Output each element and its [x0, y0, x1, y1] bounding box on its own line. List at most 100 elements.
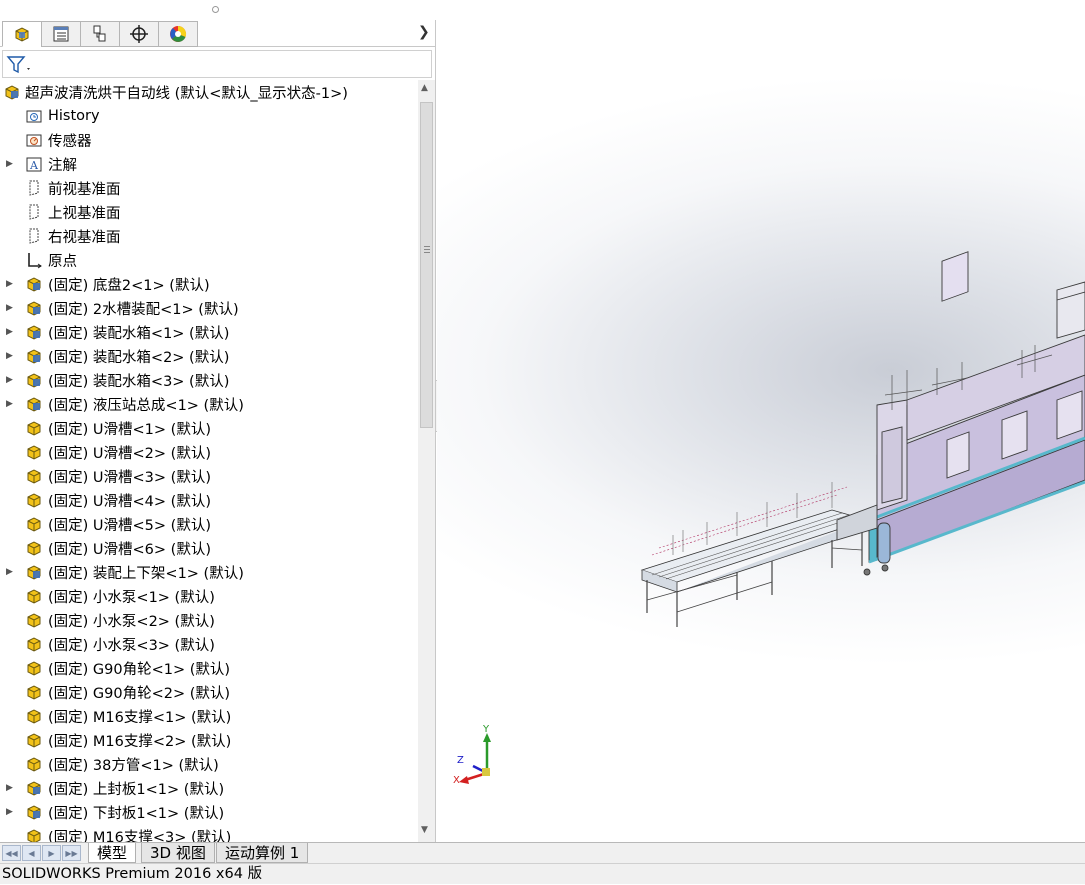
scrollbar-thumb[interactable]	[420, 102, 433, 428]
tree-item[interactable]: (固定) U滑槽<2> (默认)	[0, 440, 418, 464]
tree-item[interactable]: (固定) 小水泵<3> (默认)	[0, 632, 418, 656]
tree-item-label: (固定) 下封板1<1> (默认)	[48, 805, 225, 822]
tree-item[interactable]: (固定) U滑槽<1> (默认)	[0, 416, 418, 440]
tree-item-label: (固定) 上封板1<1> (默认)	[48, 781, 225, 798]
tree-item-label: (固定) U滑槽<3> (默认)	[48, 469, 211, 486]
part-icon	[24, 538, 44, 558]
panel-splitter[interactable]	[0, 0, 436, 20]
tab-motion-study[interactable]: 运动算例 1	[216, 843, 309, 863]
tree-item[interactable]: (固定) U滑槽<4> (默认)	[0, 488, 418, 512]
part-icon	[24, 706, 44, 726]
tree-item-label: 原点	[48, 253, 77, 270]
tree-item[interactable]: (固定) 小水泵<1> (默认)	[0, 584, 418, 608]
expand-arrow-icon[interactable]: ▶	[6, 783, 14, 793]
part-icon	[24, 514, 44, 534]
scroll-up-arrow-icon[interactable]: ▲	[421, 83, 428, 93]
tree-item-label: (固定) 38方管<1> (默认)	[48, 757, 219, 774]
part-icon	[24, 466, 44, 486]
tree-item[interactable]: ▶ (固定) 液压站总成<1> (默认)	[0, 392, 418, 416]
tree-item[interactable]: ▶ (固定) 下封板1<1> (默认)	[0, 800, 418, 824]
tree-item[interactable]: (固定) G90角轮<2> (默认)	[0, 680, 418, 704]
expand-arrow-icon[interactable]: ▶	[6, 327, 14, 337]
tree-item-label: (固定) 小水泵<1> (默认)	[48, 589, 215, 606]
triad-z-label: Z	[457, 755, 464, 766]
tree-item[interactable]: (固定) 小水泵<2> (默认)	[0, 608, 418, 632]
tree-root-item[interactable]: 超声波清洗烘干自动线 (默认<默认_显示状态-1>)	[0, 80, 418, 104]
tree-item-label: (固定) 装配水箱<1> (默认)	[48, 325, 230, 342]
tree-item[interactable]: 传感器	[0, 128, 418, 152]
history-folder-icon	[24, 106, 44, 126]
part-tree-icon	[15, 27, 29, 42]
svg-text:A: A	[29, 159, 39, 172]
tree-item-label: (固定) 液压站总成<1> (默认)	[48, 397, 244, 414]
tree-item[interactable]: (固定) G90角轮<1> (默认)	[0, 656, 418, 680]
subassembly-icon	[24, 394, 44, 414]
tree-filter-bar[interactable]	[2, 50, 432, 78]
plane-icon	[24, 202, 44, 222]
conveyor	[640, 482, 869, 627]
chevron-right-icon[interactable]: ❯	[418, 24, 430, 40]
expand-arrow-icon[interactable]: ▶	[6, 399, 14, 409]
tree-item-label: (固定) M16支撑<3> (默认)	[48, 829, 232, 843]
tab-property-manager[interactable]	[41, 21, 81, 47]
expand-arrow-icon[interactable]: ▶	[6, 159, 14, 169]
expand-arrow-icon[interactable]: ▶	[6, 279, 14, 289]
tree-item[interactable]: ▶ (固定) 装配上下架<1> (默认)	[0, 560, 418, 584]
tab-model[interactable]: 模型	[88, 843, 137, 863]
prev-tab-icon[interactable]: ◀	[22, 845, 41, 861]
expand-arrow-icon[interactable]: ▶	[6, 567, 14, 577]
tree-item-label: (固定) 装配水箱<3> (默认)	[48, 373, 230, 390]
tree-item[interactable]: History	[0, 104, 418, 128]
bottom-tab-bar: ◀◀ ◀ ▶ ▶▶ 模型 3D 视图 运动算例 1	[0, 842, 1085, 863]
origin-icon	[24, 250, 44, 270]
tree-item[interactable]: 前视基准面	[0, 176, 418, 200]
expand-arrow-icon[interactable]: ▶	[6, 303, 14, 313]
splitter-grip[interactable]	[212, 6, 219, 13]
tree-item-label: 上视基准面	[48, 205, 121, 222]
tab-configuration-manager[interactable]	[80, 21, 120, 47]
tree-item[interactable]: 上视基准面	[0, 200, 418, 224]
last-tab-icon[interactable]: ▶▶	[62, 845, 81, 861]
tree-item[interactable]: (固定) U滑槽<3> (默认)	[0, 464, 418, 488]
part-icon	[24, 826, 44, 842]
tab-display-manager[interactable]	[158, 21, 198, 47]
tree-item[interactable]: 右视基准面	[0, 224, 418, 248]
graphics-area[interactable]: Y X Z	[437, 0, 1085, 842]
part-icon	[24, 754, 44, 774]
property-manager-icon	[53, 26, 69, 42]
tree-item[interactable]: ▶ (固定) 2水槽装配<1> (默认)	[0, 296, 418, 320]
assembly-model[interactable]	[437, 0, 1085, 842]
tree-item[interactable]: ▶ (固定) 装配水箱<2> (默认)	[0, 344, 418, 368]
next-tab-icon[interactable]: ▶	[42, 845, 61, 861]
tab-dimxpert-manager[interactable]	[119, 21, 159, 47]
tree-item-label: (固定) U滑槽<4> (默认)	[48, 493, 211, 510]
tree-item[interactable]: ▶ (固定) 底盘2<1> (默认)	[0, 272, 418, 296]
tree-item[interactable]: 原点	[0, 248, 418, 272]
subassembly-icon	[24, 346, 44, 366]
part-icon	[24, 634, 44, 654]
scroll-down-arrow-icon[interactable]: ▼	[421, 825, 428, 835]
triad-y-label: Y	[483, 724, 490, 735]
expand-arrow-icon[interactable]: ▶	[6, 375, 14, 385]
expand-arrow-icon[interactable]: ▶	[6, 807, 14, 817]
filter-icon[interactable]	[6, 55, 32, 75]
tab-3d-view[interactable]: 3D 视图	[141, 843, 215, 863]
first-tab-icon[interactable]: ◀◀	[2, 845, 21, 861]
tree-item[interactable]: (固定) U滑槽<5> (默认)	[0, 512, 418, 536]
tab-feature-manager[interactable]	[2, 21, 42, 47]
tree-scrollbar[interactable]: ▲ ▼	[418, 80, 435, 842]
tree-item[interactable]: ▶ (固定) 上封板1<1> (默认)	[0, 776, 418, 800]
tree-item[interactable]: (固定) U滑槽<6> (默认)	[0, 536, 418, 560]
tree-item[interactable]: (固定) M16支撑<1> (默认)	[0, 704, 418, 728]
tree-item-label: 注解	[48, 157, 77, 174]
tree-item[interactable]: (固定) 38方管<1> (默认)	[0, 752, 418, 776]
tree-item[interactable]: (固定) M16支撑<2> (默认)	[0, 728, 418, 752]
tree-item[interactable]: (固定) M16支撑<3> (默认)	[0, 824, 418, 842]
tree-item[interactable]: ▶ (固定) 装配水箱<3> (默认)	[0, 368, 418, 392]
manager-tab-bar: ❯	[0, 20, 436, 47]
expand-arrow-icon[interactable]: ▶	[6, 351, 14, 361]
tree-item[interactable]: ▶ A 注解	[0, 152, 418, 176]
tree-item-label: 传感器	[48, 133, 92, 150]
cleaning-tank	[836, 251, 1085, 576]
tree-item[interactable]: ▶ (固定) 装配水箱<1> (默认)	[0, 320, 418, 344]
